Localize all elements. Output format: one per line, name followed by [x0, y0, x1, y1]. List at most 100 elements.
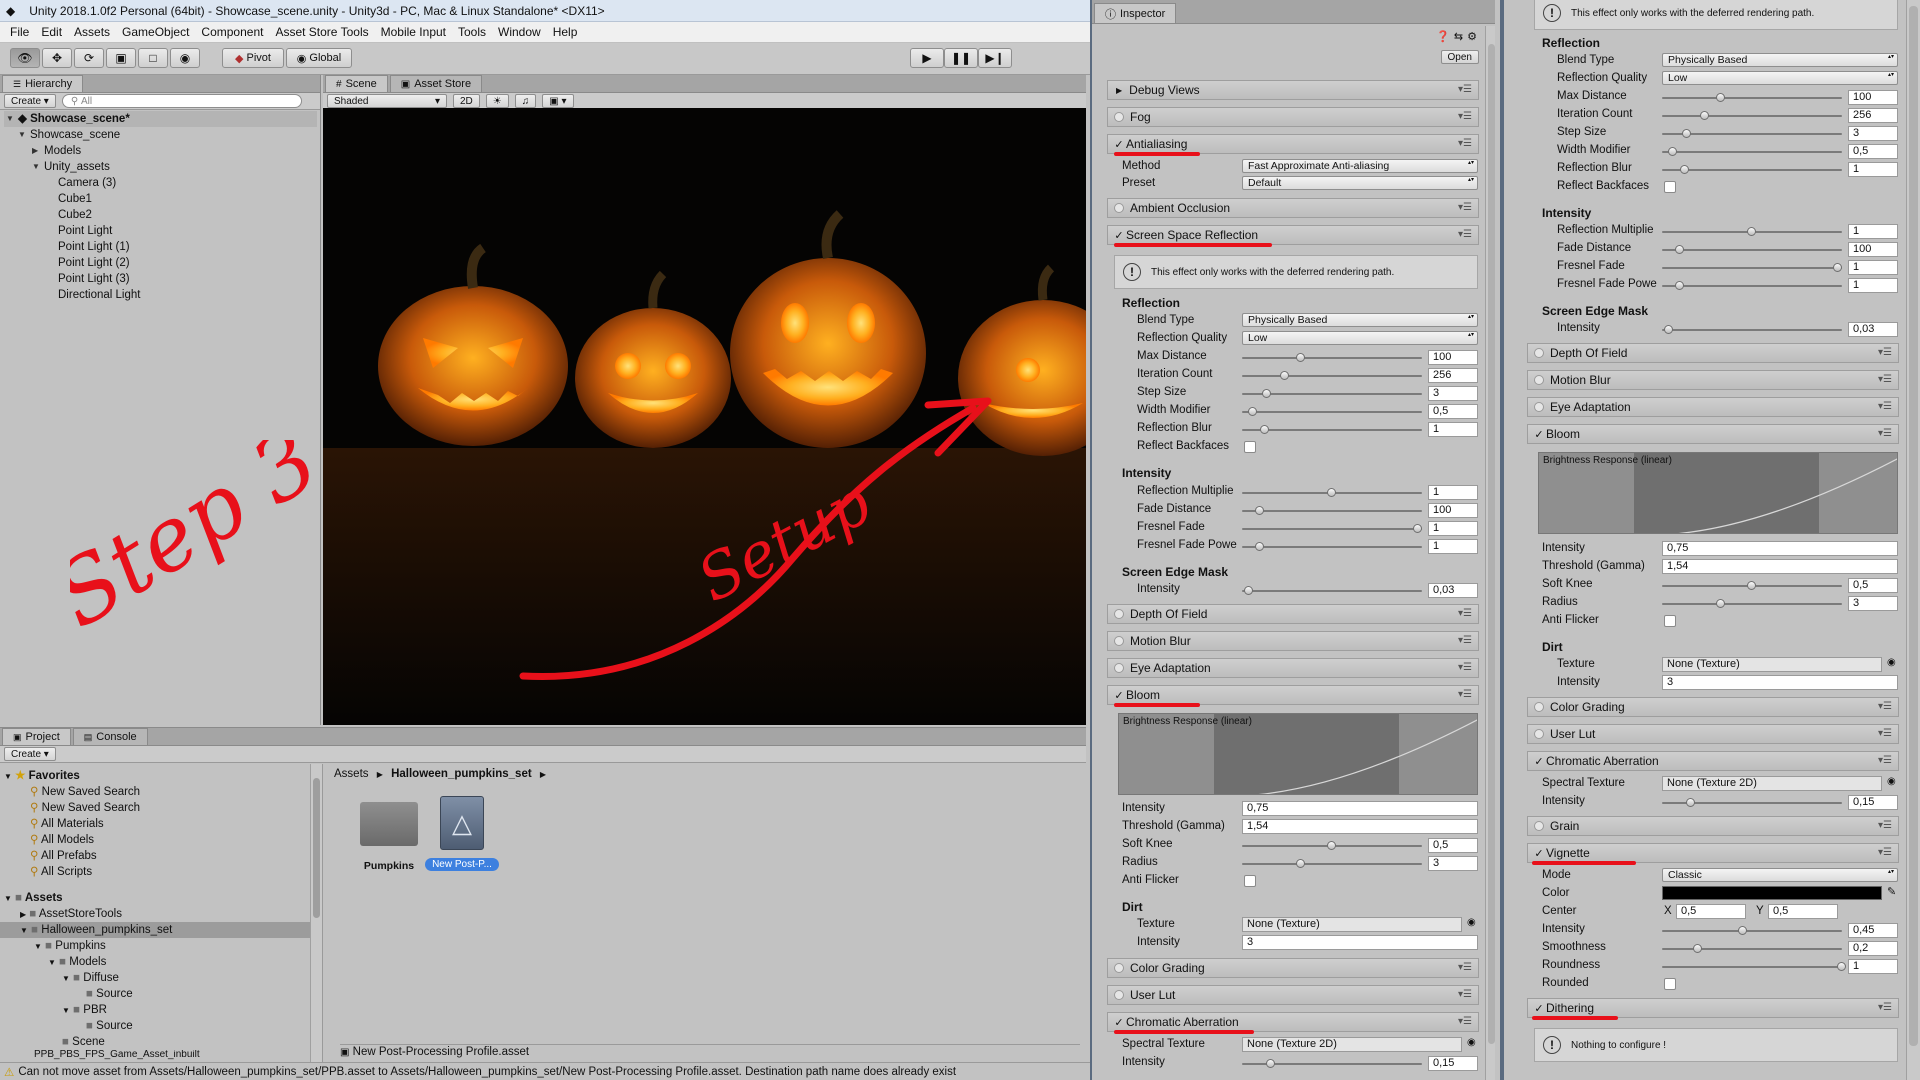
tree-item[interactable]: Camera (3) — [58, 175, 116, 191]
asset-folder[interactable]: ■ Source — [86, 1018, 133, 1034]
slider-handle[interactable] — [1280, 371, 1290, 380]
menu-help[interactable]: Help — [547, 25, 584, 39]
hierarchy-create-button[interactable]: Create ▾ — [4, 94, 56, 108]
slider-track[interactable] — [1662, 267, 1842, 269]
slider-handle[interactable] — [1413, 524, 1423, 533]
disabled-toggle-icon[interactable] — [1534, 348, 1544, 358]
help-icon[interactable]: ❓ — [1436, 30, 1450, 43]
slider-track[interactable] — [1242, 863, 1422, 865]
status-bar[interactable]: ⚠ Can not move asset from Assets/Hallowee… — [0, 1062, 1090, 1080]
checkmark-icon[interactable]: ✓ — [1112, 138, 1126, 151]
step-button[interactable]: ▶❙ — [978, 48, 1012, 68]
slider-handle[interactable] — [1664, 325, 1674, 334]
tree-item[interactable]: Point Light — [58, 223, 112, 239]
effect-header-chromatic-aberration[interactable]: ✓ Chromatic Aberration ▾☰ — [1107, 1012, 1479, 1032]
menu-icon[interactable]: ▾☰ — [1458, 989, 1472, 1000]
ssr-reflection-blur-field[interactable]: 1 — [1848, 162, 1898, 177]
aa-method-dropdown[interactable]: Fast Approximate Anti-aliasing — [1242, 159, 1478, 173]
slider-handle[interactable] — [1700, 111, 1710, 120]
menu-icon[interactable]: ▾☰ — [1878, 728, 1892, 739]
slider-handle[interactable] — [1296, 859, 1306, 868]
aa-preset-dropdown[interactable]: Default — [1242, 176, 1478, 190]
bloom-anti-flicker-checkbox[interactable] — [1664, 615, 1676, 627]
effects-toggle[interactable]: ▣ ▾ — [542, 94, 574, 108]
effect-header-eye-adaptation[interactable]: Eye Adaptation ▾☰ — [1527, 397, 1899, 417]
object-picker-icon[interactable]: ◉ — [1467, 1037, 1476, 1048]
menu-icon[interactable]: ▾☰ — [1878, 374, 1892, 385]
slider-handle[interactable] — [1260, 425, 1270, 434]
bloom-threshold-field[interactable]: 1,54 — [1242, 819, 1478, 834]
slider-track[interactable] — [1662, 329, 1842, 331]
checkmark-icon[interactable]: ✓ — [1112, 1016, 1126, 1029]
slider-track[interactable] — [1662, 603, 1842, 605]
ssr-iteration-count-field[interactable]: 256 — [1428, 368, 1478, 383]
ssr-step-size-field[interactable]: 3 — [1428, 386, 1478, 401]
slider-track[interactable] — [1662, 249, 1842, 251]
bloom-soft-knee-field[interactable]: 0,5 — [1428, 838, 1478, 853]
pivot-toggle[interactable]: ◆ Pivot — [222, 48, 284, 68]
menu-window[interactable]: Window — [492, 25, 547, 39]
favorite-item[interactable]: ⚲ All Scripts — [30, 864, 92, 880]
effect-header-grain[interactable]: Grain ▾☰ — [1527, 816, 1899, 836]
object-picker-icon[interactable]: ◉ — [1887, 776, 1896, 787]
asset-folder[interactable]: ▼ ■ PBR — [62, 1002, 107, 1018]
ssr-blend-type-dropdown[interactable]: Physically Based — [1662, 53, 1898, 67]
bloom-dirt-intensity-field[interactable]: 3 — [1662, 675, 1898, 690]
bloom-intensity-field[interactable]: 0,75 — [1242, 801, 1478, 816]
assets-header[interactable]: ▼ ■ Assets — [4, 890, 63, 906]
ssr-quality-dropdown[interactable]: Low — [1662, 71, 1898, 85]
slider-track[interactable] — [1662, 115, 1842, 117]
profile-asset-tile[interactable]: △ New Post-P... — [422, 796, 502, 876]
vignette-roundness-field[interactable]: 1 — [1848, 959, 1898, 974]
vignette-color-swatch[interactable] — [1662, 886, 1882, 900]
menu-tools[interactable]: Tools — [452, 25, 492, 39]
tree-item[interactable]: Cube1 — [58, 191, 92, 207]
pause-button[interactable]: ❚❚ — [944, 48, 978, 68]
inspector-scrollbar[interactable] — [1485, 26, 1495, 1080]
ssr-blend-type-dropdown[interactable]: Physically Based — [1242, 313, 1478, 327]
ssr-step-size-field[interactable]: 3 — [1848, 126, 1898, 141]
checkmark-icon[interactable]: ✓ — [1112, 689, 1126, 702]
slider-handle[interactable] — [1327, 841, 1336, 850]
scrollbar-thumb[interactable] — [1909, 6, 1918, 1046]
ssr-quality-dropdown[interactable]: Low — [1242, 331, 1478, 345]
slider-track[interactable] — [1662, 930, 1842, 932]
ssr-reflect-backfaces-checkbox[interactable] — [1664, 181, 1676, 193]
disabled-toggle-icon[interactable] — [1534, 402, 1544, 412]
ssr-fade-distance-field[interactable]: 100 — [1428, 503, 1478, 518]
checkmark-icon[interactable]: ✓ — [1532, 1002, 1546, 1015]
checkmark-icon[interactable]: ✓ — [1112, 229, 1126, 242]
effect-header-user-lut[interactable]: User Lut ▾☰ — [1527, 724, 1899, 744]
slider-handle[interactable] — [1244, 586, 1254, 595]
asset-folder-selected[interactable]: ▼ ■ Halloween_pumpkins_set — [0, 922, 321, 938]
favorite-item[interactable]: ⚲ New Saved Search — [30, 800, 140, 816]
ssr-fade-distance-field[interactable]: 100 — [1848, 242, 1898, 257]
menu-gameobject[interactable]: GameObject — [116, 25, 195, 39]
tree-item[interactable]: ▶ Models — [28, 143, 81, 159]
audio-toggle[interactable]: ♫ — [514, 94, 537, 108]
effect-header-motion-blur[interactable]: Motion Blur ▾☰ — [1527, 370, 1899, 390]
ssr-iteration-count-field[interactable]: 256 — [1848, 108, 1898, 123]
tree-item[interactable]: Directional Light — [58, 287, 140, 303]
menu-icon[interactable]: ▾☰ — [1458, 689, 1472, 700]
tab-asset-store[interactable]: ▣ Asset Store — [389, 75, 483, 92]
slider-handle[interactable] — [1738, 926, 1747, 935]
slider-handle[interactable] — [1667, 147, 1677, 156]
scene-viewport[interactable]: Setup — [323, 108, 1086, 725]
open-button[interactable]: Open — [1440, 50, 1479, 64]
asset-folder[interactable]: ▼ ■ Models — [48, 954, 106, 970]
favorite-item[interactable]: ⚲ All Models — [30, 832, 94, 848]
asset-folder[interactable]: ■ Source — [86, 986, 133, 1002]
gear-icon[interactable]: ⚙ — [1467, 30, 1477, 43]
favorite-item[interactable]: ⚲ New Saved Search — [30, 784, 140, 800]
bloom-intensity-field[interactable]: 0,75 — [1662, 541, 1898, 556]
slider-handle[interactable] — [1675, 245, 1684, 254]
menu-icon[interactable]: ▾☰ — [1458, 662, 1472, 673]
ssr-fresnel-fade-power-field[interactable]: 1 — [1848, 278, 1898, 293]
slider-track[interactable] — [1242, 411, 1422, 413]
menu-icon[interactable]: ▾☰ — [1458, 229, 1472, 240]
bloom-threshold-field[interactable]: 1,54 — [1662, 559, 1898, 574]
ssr-max-distance-field[interactable]: 100 — [1848, 90, 1898, 105]
asset-folder-tile[interactable]: Pumpkins — [354, 796, 424, 876]
disabled-toggle-icon[interactable] — [1534, 729, 1544, 739]
